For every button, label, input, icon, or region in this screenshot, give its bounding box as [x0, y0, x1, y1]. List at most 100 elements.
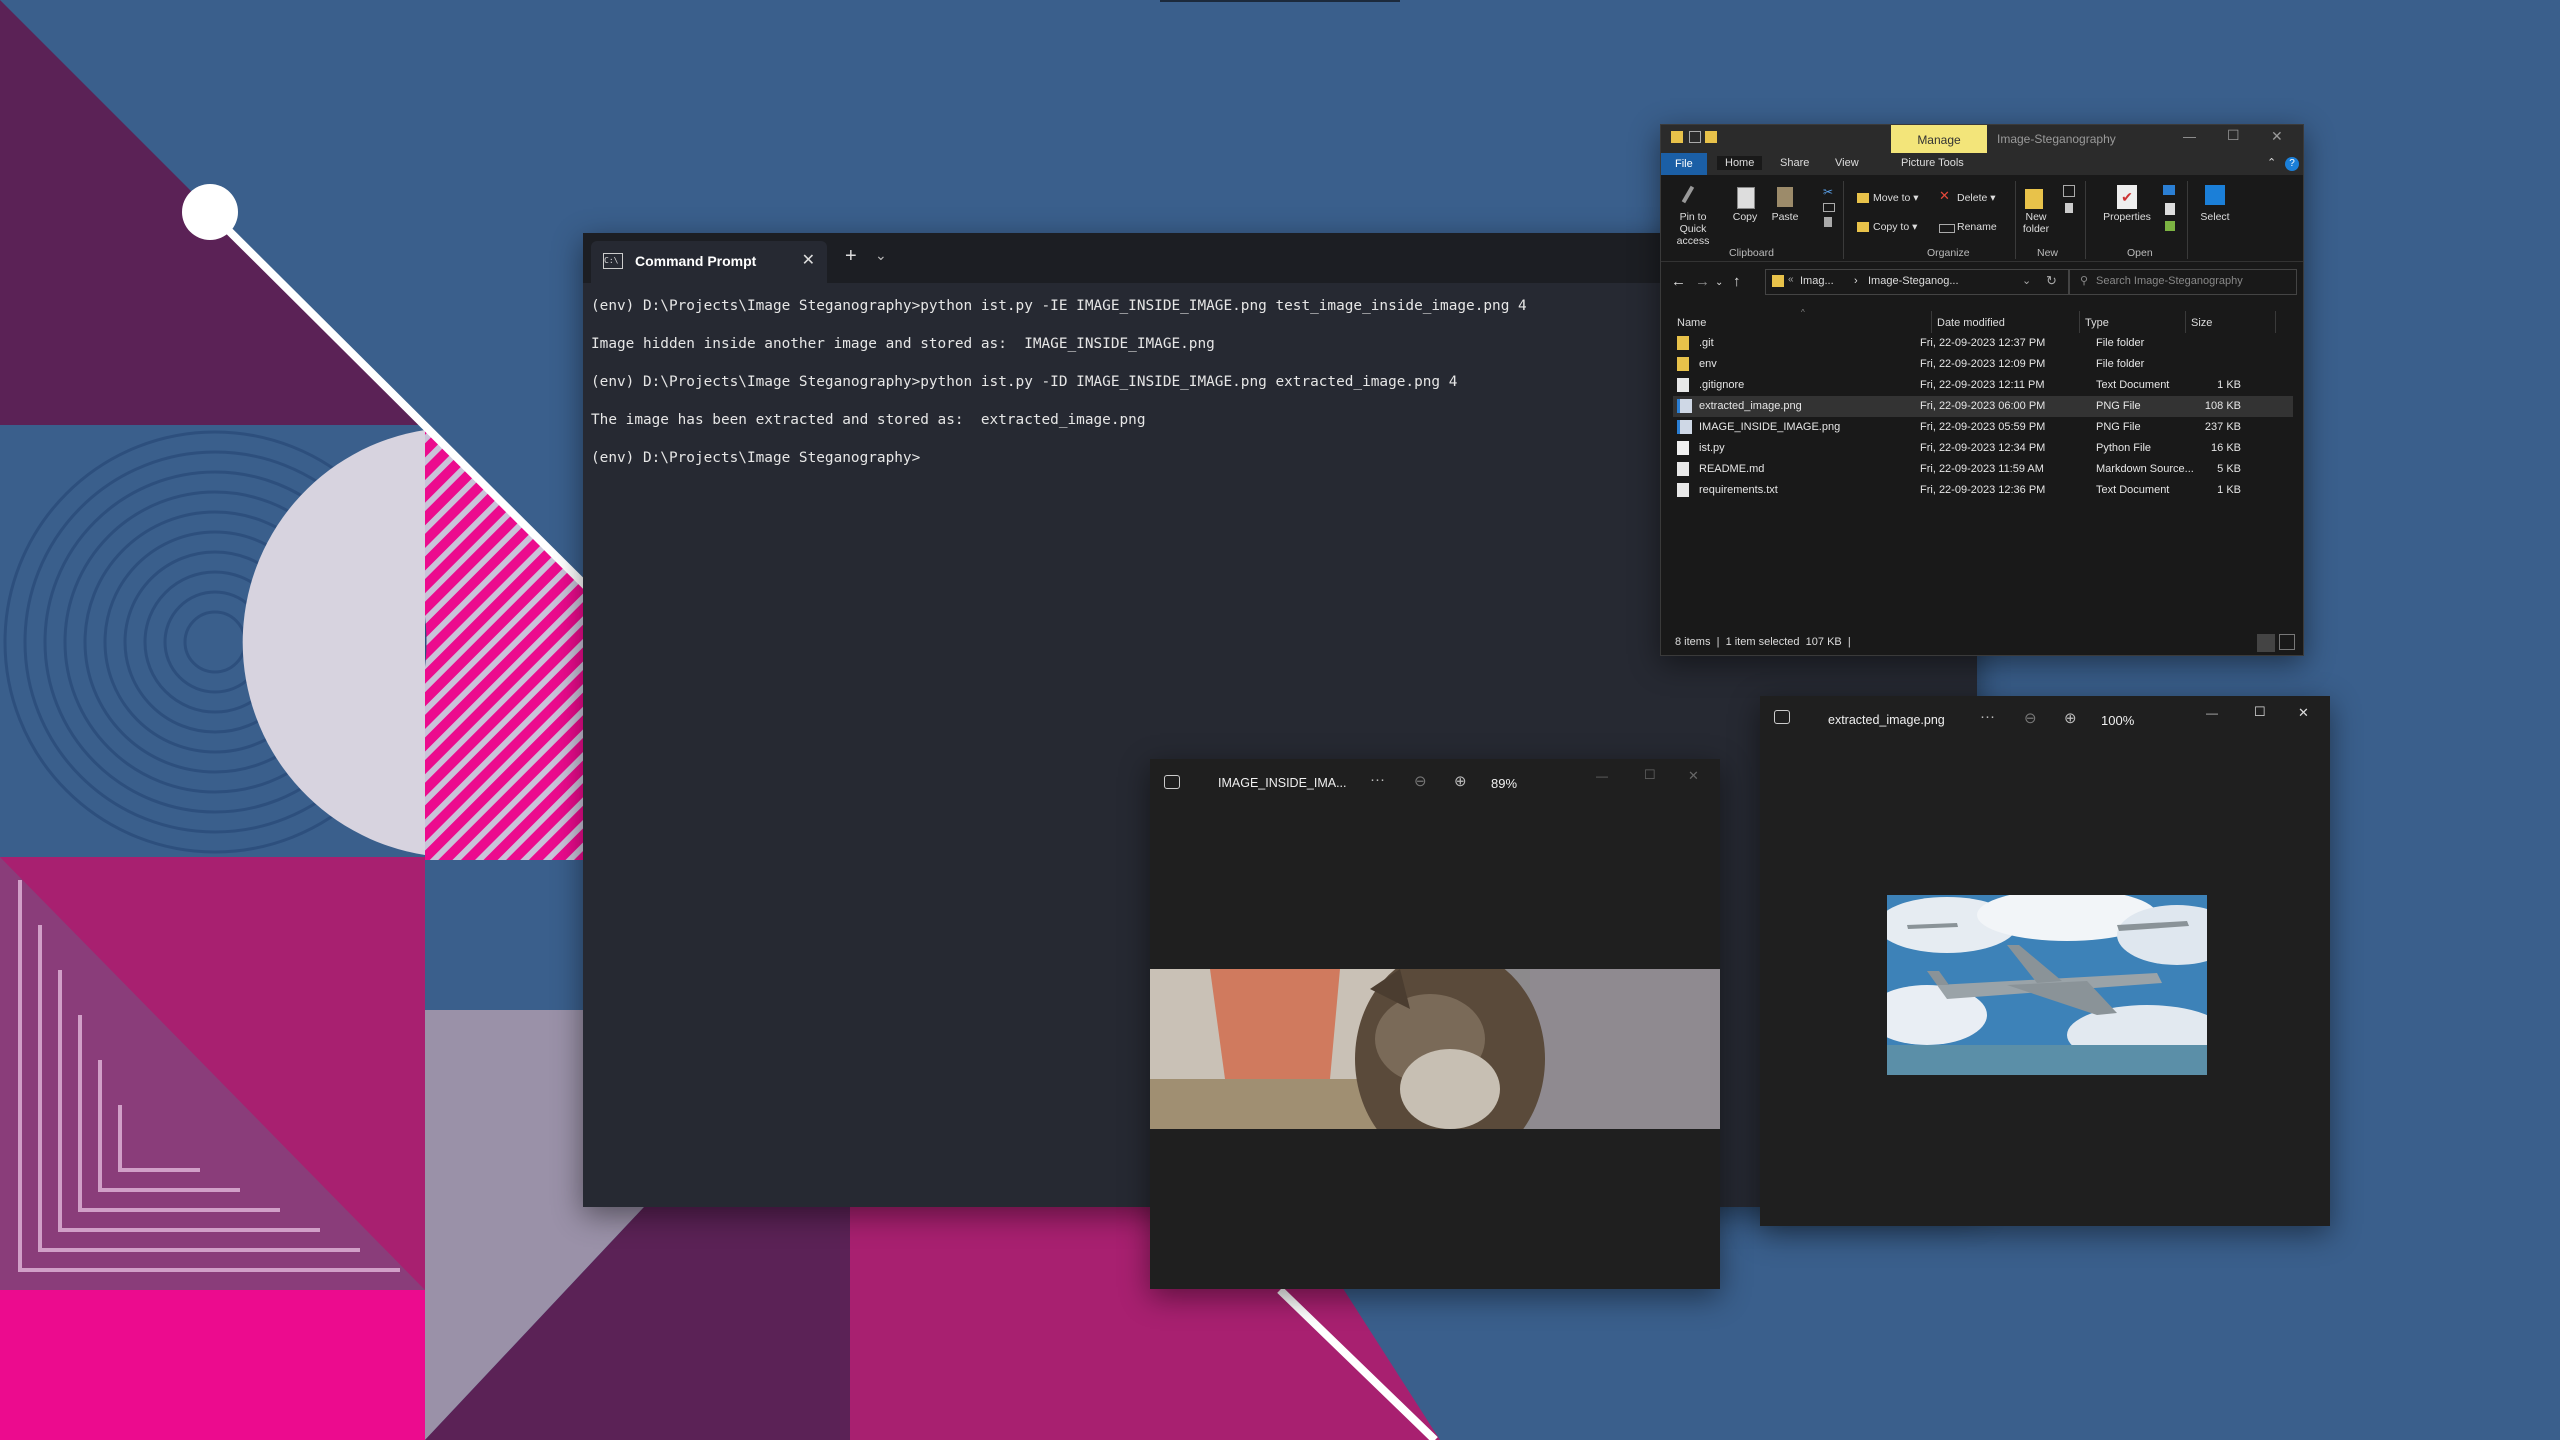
image-file-icon: [1677, 399, 1692, 413]
file-date: Fri, 22-09-2023 12:36 PM: [1920, 484, 2046, 496]
photos-viewer-window[interactable]: IMAGE_INSIDE_IMA... ··· ⊖ ⊕ 89% — ☐ ✕: [1150, 759, 1720, 1289]
tab-picture-tools[interactable]: Picture Tools: [1893, 156, 1972, 170]
photos-viewer-window[interactable]: extracted_image.png ··· ⊖ ⊕ 100% — ☐ ✕: [1760, 696, 2330, 1226]
forward-arrow-icon[interactable]: →: [1695, 273, 1710, 290]
copy-path-icon[interactable]: [1823, 203, 1835, 212]
back-arrow-icon[interactable]: ←: [1671, 273, 1686, 290]
column-header-date[interactable]: Date modified: [1937, 317, 2005, 329]
properties-quick-icon[interactable]: [1689, 131, 1701, 143]
column-header-name[interactable]: Name: [1677, 317, 1706, 329]
terminal-prompt[interactable]: (env) D:\Projects\Image Steganography>: [591, 450, 920, 466]
new-folder-icon: [2025, 189, 2043, 209]
terminal-line: (env) D:\Projects\Image Steganography>py…: [591, 298, 1527, 314]
minimize-icon[interactable]: —: [2183, 129, 2196, 144]
file-row[interactable]: ist.py Fri, 22-09-2023 12:34 PM Python Fil…: [1673, 438, 2293, 459]
breadcrumb-item[interactable]: Imag...: [1800, 275, 1834, 287]
recent-locations-icon[interactable]: ⌄: [1715, 277, 1723, 288]
column-header-type[interactable]: Type: [2085, 317, 2109, 329]
file-date: Fri, 22-09-2023 11:59 AM: [1920, 463, 2044, 475]
cut-icon[interactable]: ✂: [1823, 185, 1833, 199]
rename-button[interactable]: Rename: [1957, 221, 1997, 233]
file-name: .git: [1699, 337, 1714, 349]
easy-access-icon[interactable]: [2065, 203, 2073, 213]
zoom-out-icon[interactable]: ⊖: [2024, 709, 2037, 727]
minimize-icon[interactable]: —: [2206, 706, 2218, 720]
more-options-button[interactable]: ···: [1370, 771, 1385, 788]
open-icon[interactable]: [2163, 185, 2175, 195]
tab-file[interactable]: File: [1661, 153, 1707, 175]
maximize-icon[interactable]: ☐: [2254, 704, 2266, 720]
zoom-out-icon[interactable]: ⊖: [1414, 772, 1427, 790]
kitten-image: [1150, 969, 1720, 1129]
column-divider[interactable]: [2079, 311, 2080, 333]
file-row[interactable]: extracted_image.png Fri, 22-09-2023 06:00…: [1673, 396, 2293, 417]
address-bar[interactable]: « Imag... › Image-Steganog... ⌄ ↻: [1765, 269, 2069, 295]
zoom-in-icon[interactable]: ⊕: [2064, 709, 2077, 727]
file-row[interactable]: IMAGE_INSIDE_IMAGE.png Fri, 22-09-2023 05…: [1673, 417, 2293, 438]
close-icon[interactable]: ✕: [2271, 128, 2283, 145]
large-icons-view-icon[interactable]: [2279, 634, 2295, 650]
new-folder-quick-icon[interactable]: [1705, 131, 1717, 143]
manage-tab[interactable]: Manage: [1891, 125, 1987, 153]
address-dropdown-icon[interactable]: ⌄: [2022, 274, 2031, 287]
zoom-level[interactable]: 89%: [1491, 776, 1517, 791]
details-view-icon[interactable]: [2257, 634, 2275, 652]
tab-share[interactable]: Share: [1772, 156, 1817, 170]
copy-button[interactable]: Copy: [1729, 211, 1761, 223]
ribbon-divider: [2187, 181, 2188, 259]
new-item-icon[interactable]: [2063, 185, 2075, 197]
zoom-in-icon[interactable]: ⊕: [1454, 772, 1467, 790]
close-icon[interactable]: ✕: [1688, 768, 1699, 784]
file-date: Fri, 22-09-2023 06:00 PM: [1920, 400, 2046, 412]
zoom-level[interactable]: 100%: [2101, 713, 2134, 728]
column-divider[interactable]: [2275, 311, 2276, 333]
new-tab-button[interactable]: +: [845, 245, 857, 268]
file-type: PNG File: [2096, 421, 2141, 433]
help-icon[interactable]: ?: [2285, 157, 2299, 171]
tab-view[interactable]: View: [1827, 156, 1867, 170]
pin-to-quick-access-button[interactable]: Pin to Quick access: [1665, 211, 1721, 247]
file-size: 237 KB: [2204, 421, 2241, 433]
collapse-ribbon-icon[interactable]: ⌃: [2267, 156, 2276, 169]
file-type: PNG File: [2096, 400, 2141, 412]
file-row[interactable]: requirements.txt Fri, 22-09-2023 12:36 PM…: [1673, 480, 2293, 501]
select-button[interactable]: Select: [2195, 211, 2235, 223]
search-box[interactable]: ⚲ Search Image-Steganography: [2069, 269, 2297, 295]
refresh-icon[interactable]: ↻: [2046, 273, 2057, 289]
file-row[interactable]: .gitignore Fri, 22-09-2023 12:11 PM Text D…: [1673, 375, 2293, 396]
column-header-size[interactable]: Size: [2191, 317, 2212, 329]
file-name: ist.py: [1699, 442, 1725, 454]
file-explorer-window[interactable]: Manage Image-Steganography — ☐ ✕ File Ho…: [1660, 124, 2304, 656]
history-icon[interactable]: [2165, 221, 2175, 231]
move-to-button[interactable]: Move to ▾: [1873, 192, 1919, 204]
file-row[interactable]: .git Fri, 22-09-2023 12:37 PM File folder: [1673, 333, 2293, 354]
column-divider[interactable]: [2185, 311, 2186, 333]
up-arrow-icon[interactable]: ↑: [1733, 273, 1741, 290]
tab-command-prompt[interactable]: C:\ Command Prompt ✕: [591, 241, 827, 283]
column-divider[interactable]: [1931, 311, 1932, 333]
breadcrumb-item[interactable]: Image-Steganog...: [1868, 275, 1959, 287]
tab-title: Command Prompt: [635, 253, 757, 269]
tab-home[interactable]: Home: [1717, 156, 1763, 170]
more-options-button[interactable]: ···: [1980, 708, 1995, 725]
minimize-icon[interactable]: —: [1596, 769, 1608, 783]
new-folder-button[interactable]: New folder: [2015, 211, 2057, 235]
paste-shortcut-icon[interactable]: [1824, 217, 1832, 227]
paste-button[interactable]: Paste: [1769, 211, 1801, 223]
document-icon: [1677, 462, 1689, 476]
copy-to-button[interactable]: Copy to ▾: [1873, 221, 1917, 233]
close-icon[interactable]: ✕: [2298, 705, 2309, 721]
search-icon: ⚲: [2080, 275, 2089, 287]
tab-dropdown-button[interactable]: ⌄: [875, 247, 887, 264]
close-tab-icon[interactable]: ✕: [802, 250, 815, 270]
maximize-icon[interactable]: ☐: [2227, 127, 2240, 144]
status-bar: 8 items | 1 item selected 107 KB |: [1675, 636, 1851, 648]
file-row[interactable]: env Fri, 22-09-2023 12:09 PM File folder: [1673, 354, 2293, 375]
ribbon-divider: [1843, 181, 1844, 259]
file-type: Text Document: [2096, 379, 2170, 391]
edit-icon[interactable]: [2165, 203, 2175, 215]
delete-button[interactable]: Delete ▾: [1957, 192, 1996, 204]
properties-button[interactable]: Properties: [2101, 211, 2153, 223]
maximize-icon[interactable]: ☐: [1644, 767, 1656, 783]
file-row[interactable]: README.md Fri, 22-09-2023 11:59 AM Markdow…: [1673, 459, 2293, 480]
